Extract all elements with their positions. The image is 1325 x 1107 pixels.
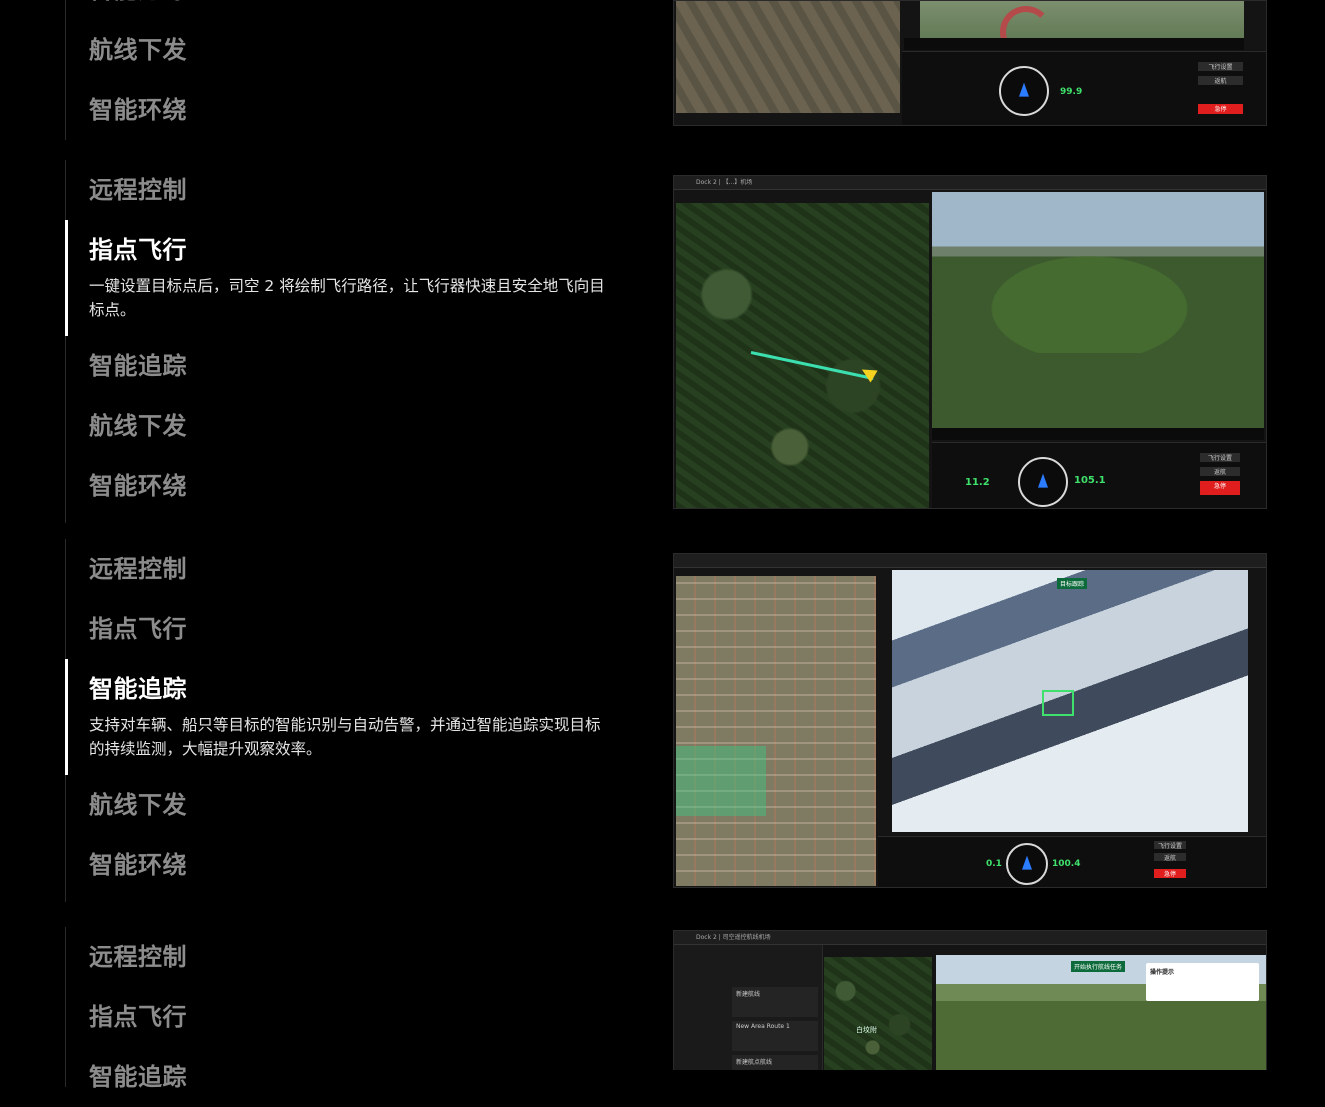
feature-item-point-flight[interactable]: 指点飞行 一键设置目标点后，司空 2 将绘制飞行路径，让飞行器快速且安全地飞向目… xyxy=(65,220,626,336)
feature-group-2: 远程控制 指点飞行 一键设置目标点后，司空 2 将绘制飞行路径，让飞行器快速且安… xyxy=(65,160,626,523)
flight-settings-button[interactable]: 飞行设置 xyxy=(1154,841,1186,850)
feature-title: 远程控制 xyxy=(89,555,187,583)
emergency-stop-button[interactable]: 急停 xyxy=(1154,869,1186,878)
window-titlebar: Dock 2 | 司空遥控航线机场 xyxy=(674,931,1266,945)
tracking-zone xyxy=(676,746,766,816)
feature-item-route[interactable]: 航线下发 xyxy=(66,20,626,80)
feature-item-route[interactable]: 航线下发 xyxy=(66,775,626,835)
feature-title: 远程控制 xyxy=(89,176,187,204)
feature-title: 指点飞行 xyxy=(89,1003,187,1031)
return-home-button[interactable]: 返航 xyxy=(1154,853,1186,862)
feature-item-tracking[interactable]: 智能追踪 支持对车辆、船只等目标的智能识别与自动告警，并通过智能追踪实现目标的持… xyxy=(65,659,626,775)
map-view: 白坟附 xyxy=(824,957,932,1070)
camera-toolbar xyxy=(904,38,1244,50)
screenshot-route-dispatch: Dock 2 | 司空遥控航线机场 新建航线 New Area Route 1 … xyxy=(673,930,1267,1070)
window-titlebar: Dock 2 | 【...】机场 xyxy=(674,176,1266,190)
camera-toolbar xyxy=(932,428,1264,440)
feature-title: 智能追踪 xyxy=(89,352,187,380)
map-view xyxy=(676,1,900,113)
feature-item-orbit[interactable]: 智能环绕 xyxy=(66,456,626,516)
feature-title: 航线下发 xyxy=(89,36,187,64)
route-list-item[interactable]: 新建航点航线 xyxy=(732,1055,818,1070)
map-label: 白坟附 xyxy=(856,1026,877,1034)
feature-title: 指点飞行 xyxy=(89,236,187,264)
return-home-button[interactable]: 返航 xyxy=(1200,467,1240,476)
feature-description: 支持对车辆、船只等目标的智能识别与自动告警，并通过智能追踪实现目标的持续监测，大… xyxy=(89,716,601,758)
emergency-stop-button[interactable]: 急停 xyxy=(1200,481,1240,495)
feature-item-tracking[interactable]: 智能追踪 xyxy=(66,336,626,396)
window-titlebar xyxy=(674,554,1266,568)
feature-group-3: 远程控制 指点飞行 智能追踪 支持对车辆、船只等目标的智能识别与自动告警，并通过… xyxy=(65,539,626,902)
feature-title: 航线下发 xyxy=(89,791,187,819)
camera-view xyxy=(932,192,1264,440)
speed-readout: 100.4 xyxy=(1052,859,1081,869)
feature-description: 一键设置目标点后，司空 2 将绘制飞行路径，让飞行器快速且安全地飞向目标点。 xyxy=(89,277,605,319)
feature-item-remote-control[interactable]: 远程控制 xyxy=(66,160,626,220)
feature-title: 智能环绕 xyxy=(89,472,187,500)
route-sidebar: 新建航线 New Area Route 1 新建航点航线 xyxy=(674,945,823,1070)
emergency-stop-button[interactable]: 急停 xyxy=(1198,104,1243,114)
screenshot-intelligent-tracking: 目标跟踪 0.1 100.4 飞行设置 返航 急停 xyxy=(673,553,1267,888)
feature-item-remote-control[interactable]: 远程控制 xyxy=(66,927,626,987)
feature-group-1: 智能追踪 航线下发 智能环绕 xyxy=(65,0,626,140)
flight-panel: 99.9 飞行设置 返航 急停 xyxy=(902,51,1266,125)
feature-title: 航线下发 xyxy=(89,412,187,440)
altitude-readout: 11.2 xyxy=(965,477,990,488)
feature-title: 远程控制 xyxy=(89,943,187,971)
feature-item-partial[interactable]: 智能追踪 xyxy=(66,0,626,20)
feature-item-tracking[interactable]: 智能追踪 xyxy=(66,1047,626,1107)
feature-item-point-flight[interactable]: 指点飞行 xyxy=(66,987,626,1047)
return-home-button[interactable]: 返航 xyxy=(1198,76,1243,85)
feature-item-point-flight[interactable]: 指点飞行 xyxy=(66,599,626,659)
feature-title: 智能追踪 xyxy=(89,675,187,703)
camera-view: 目标跟踪 xyxy=(892,570,1248,832)
compass-icon xyxy=(999,66,1049,116)
feature-item-route[interactable]: 航线下发 xyxy=(66,396,626,456)
aircraft-icon xyxy=(858,363,878,383)
feature-item-orbit[interactable]: 智能环绕 xyxy=(66,80,626,140)
camera-view: 开始执行航线任务 操作提示 xyxy=(936,955,1266,1070)
operation-popup: 操作提示 xyxy=(1146,963,1259,1001)
feature-title: 指点飞行 xyxy=(89,615,187,643)
feature-title: 智能追踪 xyxy=(89,0,626,20)
compass-icon xyxy=(1018,457,1068,507)
flight-panel: 0.1 100.4 飞行设置 返航 急停 xyxy=(878,836,1266,887)
flight-settings-button[interactable]: 飞行设置 xyxy=(1200,453,1240,462)
flight-panel: 11.2 105.1 飞行设置 返航 急停 xyxy=(932,442,1266,508)
feature-item-orbit[interactable]: 智能环绕 xyxy=(66,835,626,895)
map-view xyxy=(676,203,929,508)
target-box xyxy=(1042,690,1074,716)
mission-tag: 开始执行航线任务 xyxy=(1071,961,1126,972)
route-list-item[interactable]: New Area Route 1 xyxy=(732,1021,818,1051)
route-list-item[interactable]: 新建航线 xyxy=(732,987,818,1017)
flight-settings-button[interactable]: 飞行设置 xyxy=(1198,62,1243,71)
tracking-tag: 目标跟踪 xyxy=(1057,578,1088,589)
flight-path xyxy=(750,351,874,380)
screenshot-point-flight: Dock 2 | 【...】机场 11.2 105.1 飞行设置 返航 急停 xyxy=(673,175,1267,509)
feature-title: 智能追踪 xyxy=(89,1063,187,1091)
compass-icon xyxy=(1006,843,1048,885)
map-view xyxy=(676,576,876,886)
feature-group-4: 远程控制 指点飞行 智能追踪 xyxy=(65,927,626,1091)
feature-title: 智能环绕 xyxy=(89,851,187,879)
speed-readout: 99.9 xyxy=(1060,87,1083,97)
speed-readout: 105.1 xyxy=(1074,475,1106,486)
feature-item-remote-control[interactable]: 远程控制 xyxy=(66,539,626,599)
altitude-readout: 0.1 xyxy=(986,859,1002,869)
feature-title: 智能环绕 xyxy=(89,96,187,124)
screenshot-remote-control: 99.9 飞行设置 返航 急停 xyxy=(673,0,1267,126)
